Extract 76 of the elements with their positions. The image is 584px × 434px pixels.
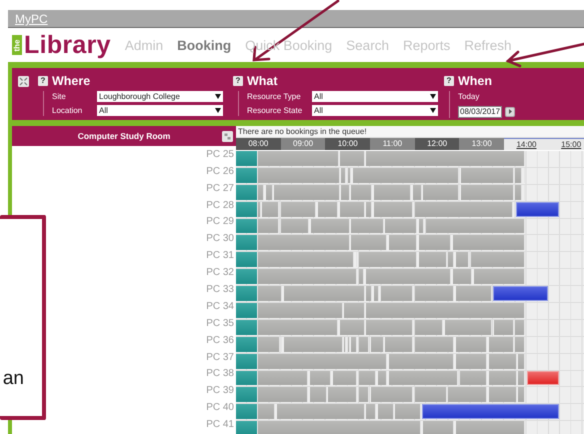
- section-title: What: [247, 74, 278, 88]
- closed-slot: [236, 404, 257, 420]
- resource-name: PC 28: [206, 198, 235, 213]
- caret-icon: [430, 94, 436, 99]
- select-field[interactable]: Loughborough College: [97, 91, 223, 102]
- hour-header[interactable]: 14:00: [504, 138, 549, 150]
- resource-name: PC 32: [206, 266, 235, 280]
- booking-bar[interactable]: [493, 286, 548, 302]
- hour-header[interactable]: 15:00: [548, 138, 584, 150]
- hour-header: 08:00: [236, 138, 281, 150]
- closed-slot: [236, 421, 257, 434]
- hour-header: 12:00: [414, 138, 460, 150]
- closed-slot: [236, 218, 257, 234]
- resource-name: PC 34: [206, 300, 235, 314]
- resource-name: PC 25: [206, 148, 235, 162]
- closed-slot: [236, 387, 257, 402]
- callout-text: an: [2, 368, 24, 390]
- toggle-icon[interactable]: [222, 131, 233, 142]
- closed-slot: [236, 354, 257, 369]
- closed-slot: [236, 252, 257, 268]
- hour-header: 11:00: [370, 138, 415, 150]
- booking-bar[interactable]: [526, 370, 559, 386]
- resource-name: PC 33: [206, 282, 235, 297]
- field-label: Location: [52, 106, 84, 115]
- section-title: When: [458, 74, 492, 88]
- resource-name: PC 38: [206, 367, 235, 382]
- resource-name: PC 31: [206, 249, 235, 264]
- help-icon[interactable]: ?: [38, 76, 48, 86]
- date-field[interactable]: 08/03/2017: [458, 106, 502, 118]
- field-label: Resource Type: [247, 92, 302, 101]
- hour-header: 10:00: [325, 138, 370, 150]
- expand-icon[interactable]: [18, 76, 29, 87]
- field-label: Resource State: [247, 106, 304, 115]
- resource-name: PC 40: [206, 401, 235, 416]
- logo-text: Library: [24, 30, 111, 60]
- resource-name: PC 35: [206, 316, 235, 331]
- caret-icon: [215, 94, 221, 99]
- help-icon[interactable]: ?: [444, 76, 454, 86]
- closed-slot: [236, 184, 257, 200]
- queue-message: There are no bookings in the queue!: [236, 126, 584, 138]
- hour-header: 09:00: [280, 138, 326, 150]
- closed-slot: [236, 320, 257, 335]
- resource-name: PC 29: [206, 215, 235, 230]
- closed-slot: [236, 151, 257, 166]
- next-icon: [508, 109, 512, 114]
- caret-icon: [430, 108, 436, 113]
- hour-header: 13:00: [459, 138, 504, 150]
- resource-name: PC 36: [206, 334, 235, 348]
- next-button[interactable]: [505, 106, 516, 116]
- caret-icon: [215, 108, 221, 113]
- booking-bar[interactable]: [422, 404, 559, 420]
- select-field[interactable]: All: [97, 105, 223, 116]
- closed-slot: [236, 168, 257, 183]
- closed-slot: [236, 235, 257, 250]
- resource-name: PC 41: [206, 418, 235, 432]
- nav-link[interactable]: Booking: [177, 38, 232, 52]
- resource-name: PC 39: [206, 384, 235, 398]
- section-title: Where: [52, 74, 90, 88]
- closed-slot: [236, 202, 257, 217]
- booking-bar[interactable]: [516, 202, 559, 217]
- closed-slot: [236, 286, 257, 302]
- closed-slot: [236, 303, 257, 318]
- closed-slot: [236, 370, 257, 386]
- select-field[interactable]: All: [312, 91, 438, 102]
- field-label: Site: [52, 92, 67, 101]
- resource-name: PC 30: [206, 232, 235, 246]
- resource-name: PC 26: [206, 164, 235, 179]
- closed-slot: [236, 269, 257, 284]
- resource-name: PC 37: [206, 350, 235, 365]
- logo-badge: the: [12, 35, 22, 55]
- resource-name: PC 27: [206, 182, 235, 196]
- room-title: Computer Study Room: [78, 130, 170, 141]
- help-icon[interactable]: ?: [233, 76, 243, 86]
- field-label: Today: [458, 92, 480, 101]
- closed-slot: [236, 336, 257, 352]
- select-field[interactable]: All: [312, 105, 438, 116]
